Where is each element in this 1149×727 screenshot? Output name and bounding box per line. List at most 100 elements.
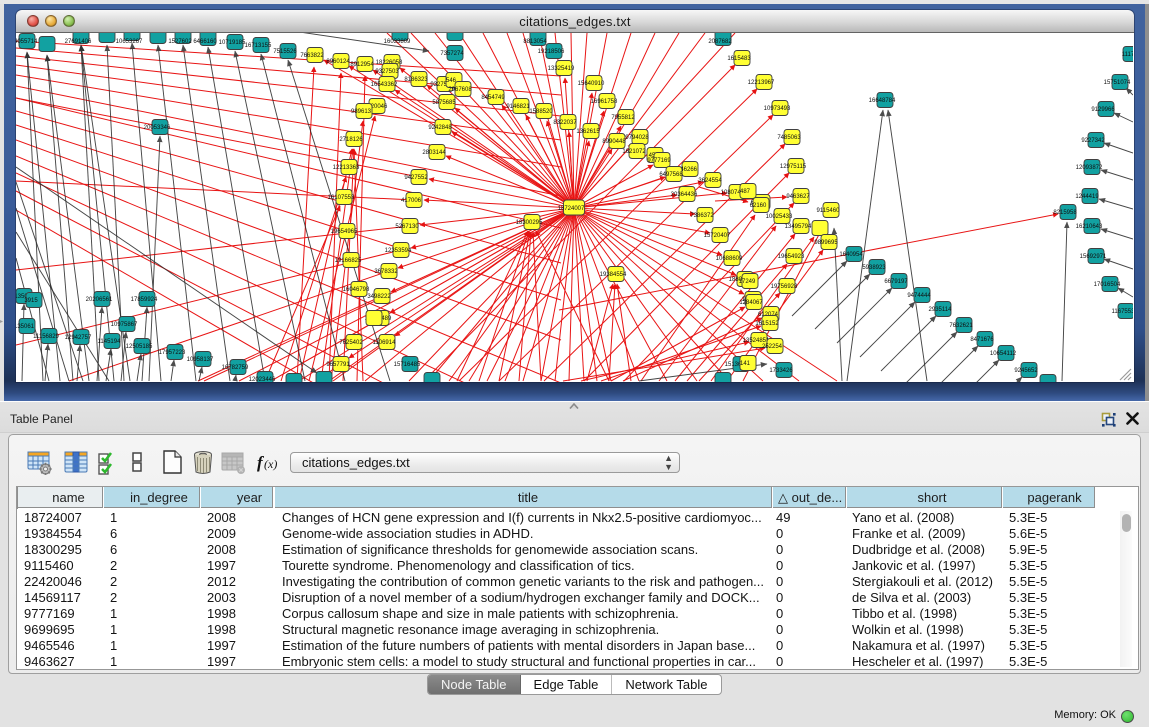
svg-text:20053346: 20053346 <box>144 125 171 131</box>
svg-text:12213363: 12213363 <box>333 165 360 171</box>
svg-text:16782759: 16782759 <box>222 365 249 371</box>
svg-text:19756928: 19756928 <box>771 284 798 290</box>
svg-text:1640954: 1640954 <box>839 252 863 258</box>
svg-text:9427552: 9427552 <box>404 175 428 181</box>
svg-text:1145194: 1145194 <box>98 339 122 345</box>
svg-text:12093872: 12093872 <box>1076 165 1103 171</box>
svg-text:10653267: 10653267 <box>116 39 143 45</box>
svg-text:8960124: 8960124 <box>326 59 350 65</box>
svg-text:10654112: 10654112 <box>990 351 1017 357</box>
svg-text:16107553: 16107553 <box>328 195 355 201</box>
svg-text:9777169: 9777169 <box>647 158 671 164</box>
svg-text:19654923: 19654923 <box>778 254 805 260</box>
svg-text:19218506: 19218506 <box>538 49 565 55</box>
svg-text:10719185: 10719185 <box>219 40 246 46</box>
svg-text:9794028: 9794028 <box>625 135 649 141</box>
svg-text:8454749: 8454749 <box>481 95 505 101</box>
svg-text:8186323: 8186323 <box>404 77 428 83</box>
svg-text:10958137: 10958137 <box>187 357 214 363</box>
svg-text:14055714: 14055714 <box>16 39 38 45</box>
svg-text:7485063: 7485063 <box>777 135 801 141</box>
svg-text:15751074: 15751074 <box>1104 80 1131 86</box>
svg-text:(x): (x) <box>264 457 277 471</box>
svg-text:6679197: 6679197 <box>884 279 908 285</box>
svg-text:9327503: 9327503 <box>375 69 399 75</box>
svg-text:141: 141 <box>740 361 751 367</box>
svg-text:8471676: 8471676 <box>970 337 994 343</box>
svg-text:8813054: 8813054 <box>523 39 547 45</box>
svg-text:487: 487 <box>740 189 751 195</box>
svg-text:15692971: 15692971 <box>1080 254 1107 260</box>
svg-text:5938923: 5938923 <box>862 265 886 271</box>
svg-text:9129966: 9129966 <box>1091 107 1115 113</box>
svg-text:9115460: 9115460 <box>817 208 841 214</box>
svg-text:8990448: 8990448 <box>602 139 626 145</box>
svg-text:417006: 417006 <box>401 198 422 204</box>
svg-text:9227342: 9227342 <box>1081 138 1105 144</box>
svg-text:9146821: 9146821 <box>506 104 530 110</box>
svg-text:7955812: 7955812 <box>611 115 635 121</box>
svg-text:8215958: 8215958 <box>1053 210 1077 216</box>
svg-text:13325419: 13325419 <box>548 66 575 72</box>
svg-text:7625402: 7625402 <box>339 340 363 346</box>
svg-text:2087682: 2087682 <box>708 39 732 45</box>
svg-text:9474444: 9474444 <box>907 293 931 299</box>
svg-text:12505185: 12505185 <box>126 344 153 350</box>
svg-text:1244419: 1244419 <box>1075 194 1099 200</box>
svg-text:252254: 252254 <box>762 344 783 350</box>
svg-text:7632621: 7632621 <box>949 323 973 329</box>
svg-text:17016504: 17016504 <box>1094 282 1121 288</box>
svg-text:17859924: 17859924 <box>131 297 158 303</box>
svg-text:16713155: 16713155 <box>245 43 272 49</box>
svg-text:15720407: 15720407 <box>704 233 731 239</box>
svg-text:6466160: 6466160 <box>193 39 217 45</box>
svg-text:3678332: 3678332 <box>374 269 398 275</box>
svg-text:7515526: 7515526 <box>273 49 297 55</box>
svg-text:5267130: 5267130 <box>395 224 419 230</box>
svg-text:11156829: 11156829 <box>33 334 59 340</box>
svg-text:15716485: 15716485 <box>394 362 421 368</box>
svg-text:6497568: 6497568 <box>659 172 683 178</box>
svg-text:15640910: 15640910 <box>578 81 605 87</box>
svg-text:19654965: 19654965 <box>331 229 358 235</box>
svg-text:18300295: 18300295 <box>516 220 543 226</box>
svg-text:1733426: 1733426 <box>769 368 793 374</box>
svg-text:1284067: 1284067 <box>739 300 763 306</box>
svg-text:3624554: 3624554 <box>698 178 722 184</box>
svg-text:2967608: 2967608 <box>448 87 472 93</box>
svg-text:16033809: 16033809 <box>384 39 411 45</box>
svg-text:16046798: 16046798 <box>343 287 370 293</box>
svg-text:5875685: 5875685 <box>432 100 456 106</box>
svg-text:2935114: 2935114 <box>929 307 953 313</box>
svg-text:1615483: 1615483 <box>727 56 751 62</box>
svg-text:10688609: 10688609 <box>716 256 743 262</box>
svg-text:16648784: 16648784 <box>869 98 896 104</box>
svg-text:1167553: 1167553 <box>1112 309 1133 315</box>
svg-text:9463627: 9463627 <box>786 194 810 200</box>
svg-text:1527602: 1527602 <box>168 39 192 45</box>
svg-text:20206561: 20206561 <box>86 297 113 303</box>
svg-text:3915: 3915 <box>24 298 38 304</box>
svg-text:1621072: 1621072 <box>622 149 646 155</box>
svg-text:17249: 17249 <box>739 279 756 285</box>
svg-text:9657791: 9657791 <box>326 362 350 368</box>
svg-text:9242848: 9242848 <box>428 125 452 131</box>
svg-text:7357274: 7357274 <box>440 51 464 57</box>
svg-text:2718126: 2718126 <box>339 137 363 143</box>
svg-text:1615152: 1615152 <box>755 321 779 327</box>
svg-text:1117: 1117 <box>1122 52 1133 58</box>
svg-text:10975867: 10975867 <box>111 322 138 328</box>
svg-text:8322037: 8322037 <box>553 120 577 126</box>
svg-text:8912954: 8912954 <box>350 62 374 68</box>
svg-text:17957223: 17957223 <box>159 350 186 356</box>
svg-text:27691406: 27691406 <box>65 39 92 45</box>
svg-text:12975115: 12975115 <box>780 164 807 170</box>
svg-text:1362615: 1362615 <box>576 129 600 135</box>
svg-text:12353594: 12353594 <box>385 248 412 254</box>
svg-text:20364436: 20364436 <box>671 192 698 198</box>
svg-text:19166825: 19166825 <box>335 258 362 264</box>
svg-text:9245652: 9245652 <box>1014 368 1038 374</box>
svg-text:19384554: 19384554 <box>600 272 627 278</box>
svg-text:16210643: 16210643 <box>1076 224 1103 230</box>
svg-text:9899695: 9899695 <box>814 240 838 246</box>
